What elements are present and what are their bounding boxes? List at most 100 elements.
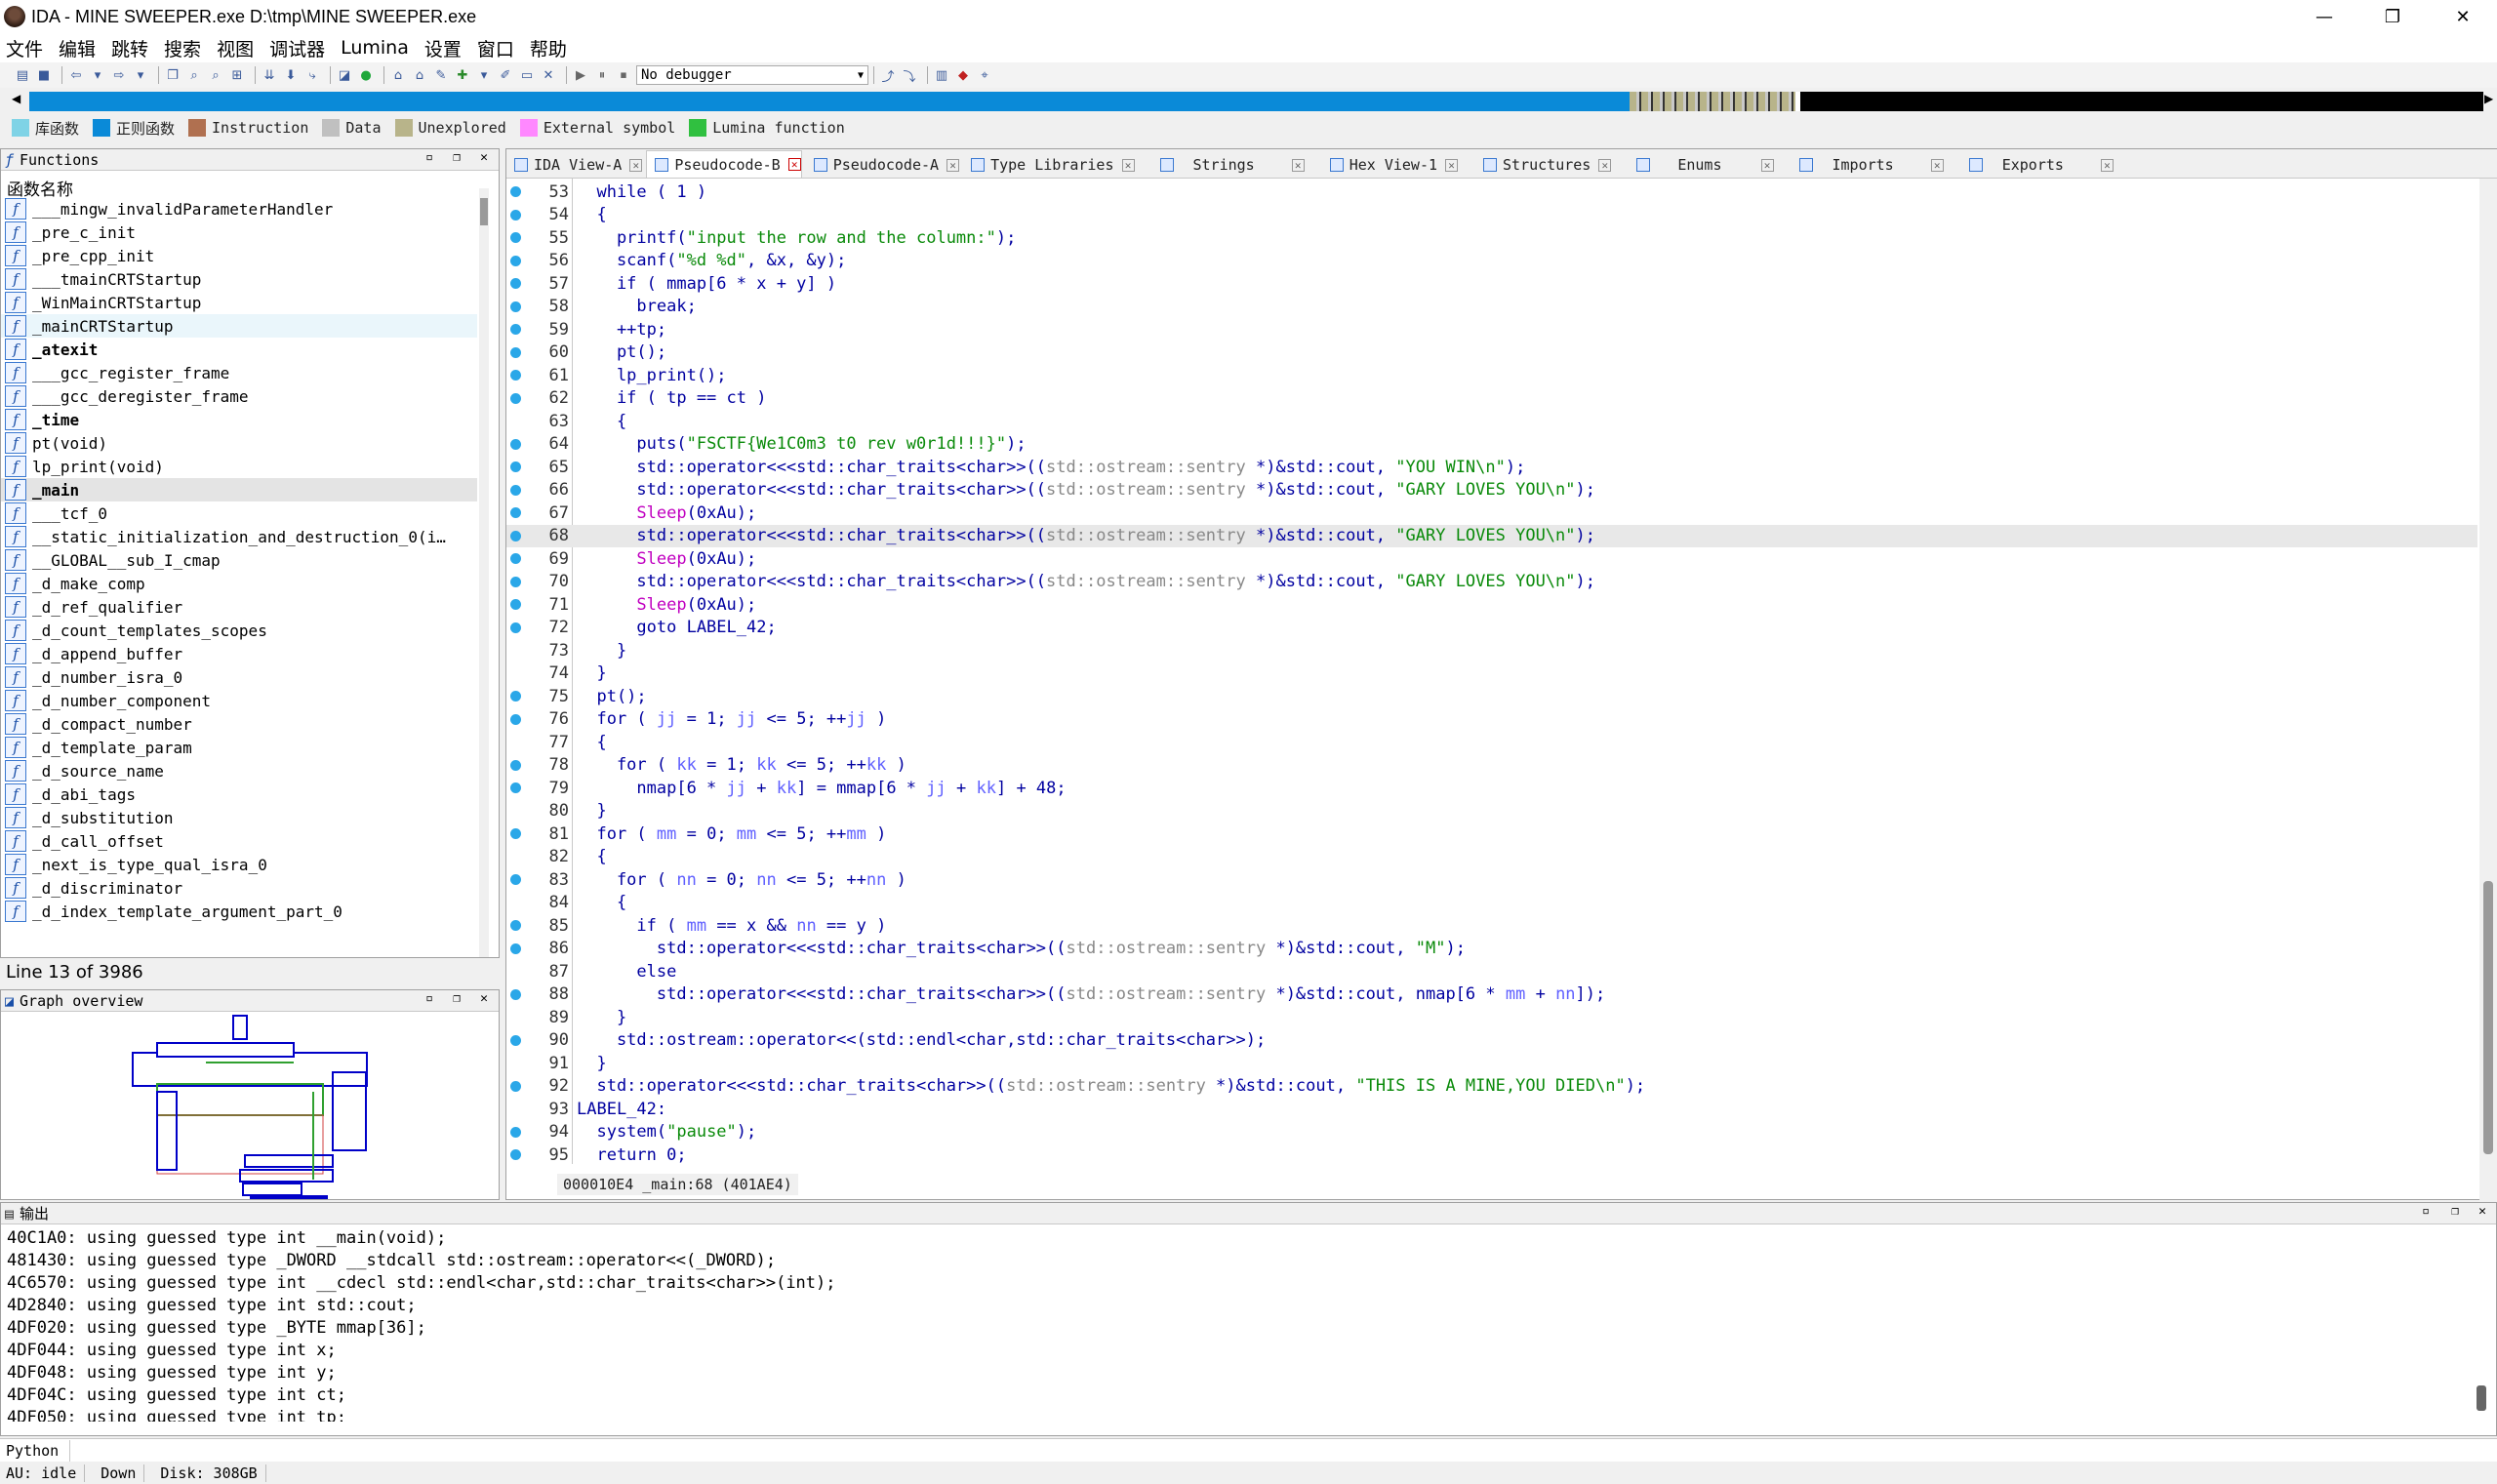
pause-icon[interactable]: ⏸ [593, 66, 611, 84]
tab-enums[interactable]: Enums ✕ [1629, 152, 1774, 178]
menu-lumina[interactable]: Lumina [341, 37, 409, 59]
breakpoint-dot-icon[interactable] [510, 599, 521, 610]
code-line[interactable]: 63 { [506, 410, 2477, 432]
code-line[interactable]: 95 return 0; [506, 1143, 2477, 1164]
segments-icon[interactable]: ⌂ [411, 66, 428, 84]
step-icon[interactable]: ⤴ [879, 66, 897, 85]
breakpoint-dot-icon[interactable] [510, 1080, 521, 1092]
tab-imports[interactable]: Imports ✕ [1792, 152, 1944, 178]
function-list-item[interactable]: f _d_make_comp [1, 572, 477, 595]
close-tab-icon[interactable]: ✕ [1121, 158, 1135, 172]
function-list-item[interactable]: f _time [1, 408, 477, 431]
code-line[interactable]: 64 puts("FSCTF{We1C0m3 t0 rev w0r1d!!!}"… [506, 433, 2477, 456]
code-line[interactable]: 80 } [506, 800, 2477, 822]
python-language-button[interactable]: Python [0, 1439, 70, 1462]
breakpoint-dot-icon[interactable] [510, 530, 521, 541]
menu-edit[interactable]: 编辑 [59, 35, 96, 61]
forward-icon[interactable]: ⇨ [110, 66, 128, 84]
code-line[interactable]: 68 std::operator<<<std::char_traits<char… [506, 524, 2477, 547]
breakpoint-dot-icon[interactable] [510, 759, 521, 771]
code-line[interactable]: 73 } [506, 639, 2477, 662]
breakpoint-dot-icon[interactable] [510, 186, 521, 197]
breakpoint-dot-icon[interactable] [510, 324, 521, 335]
plugin-icon[interactable]: ✚ [454, 66, 471, 84]
function-list-item[interactable]: f _d_substitution [1, 806, 477, 829]
code-line[interactable]: 93 LABEL_42: [506, 1098, 2477, 1120]
function-list-item[interactable]: f ___gcc_deregister_frame [1, 384, 477, 408]
graph-icon[interactable]: ◪ [336, 66, 353, 84]
breakpoint-icon[interactable]: ◆ [954, 66, 972, 84]
function-list-item[interactable]: f _d_number_component [1, 689, 477, 712]
function-list-item[interactable]: f ___tmainCRTStartup [1, 267, 477, 291]
patch-icon[interactable]: ✎ [432, 66, 450, 84]
close-tab-icon[interactable]: ✕ [1760, 158, 1774, 172]
dropdown-icon[interactable]: ▾ [89, 66, 106, 84]
menu-help[interactable]: 帮助 [530, 35, 567, 61]
tab-type-libraries[interactable]: Type Libraries ✕ [963, 152, 1135, 178]
breakpoint-list-icon[interactable]: ▥ [933, 66, 950, 84]
code-line[interactable]: 84 { [506, 892, 2477, 914]
panel-restore-icon[interactable]: ❐ [2444, 1204, 2466, 1219]
function-list-item[interactable]: f _main [1, 478, 477, 501]
menu-file[interactable]: 文件 [6, 35, 43, 61]
tab-pseudocode-a[interactable]: Pseudocode-A ✕ [806, 152, 960, 178]
breakpoint-dot-icon[interactable] [510, 943, 521, 954]
code-line[interactable]: 54 { [506, 204, 2477, 226]
menu-debugger[interactable]: 调试器 [269, 35, 325, 61]
breakpoint-dot-icon[interactable] [510, 874, 521, 885]
panel-float-icon[interactable]: ▫ [419, 150, 440, 165]
breakpoint-dot-icon[interactable] [510, 1149, 521, 1160]
function-list-item[interactable]: f _mainCRTStartup [1, 314, 477, 338]
breakpoint-dot-icon[interactable] [510, 255, 521, 266]
code-line[interactable]: 86 std::operator<<<std::char_traits<char… [506, 938, 2477, 960]
code-line[interactable]: 89 } [506, 1006, 2477, 1028]
code-line[interactable]: 76 for ( jj = 1; jj <= 5; ++jj ) [506, 708, 2477, 731]
panel-restore-icon[interactable]: ❐ [446, 150, 467, 165]
breakpoint-dot-icon[interactable] [510, 346, 521, 358]
function-list-item[interactable]: f _WinMainCRTStartup [1, 291, 477, 314]
back-icon[interactable]: ⇦ [67, 66, 85, 84]
unexplored-icon[interactable]: ⤷ [303, 66, 321, 84]
tab-strings[interactable]: Strings ✕ [1152, 152, 1305, 178]
code-line[interactable]: 79 nmap[6 * jj + kk] = mmap[6 * jj + kk]… [506, 777, 2477, 799]
function-list-item[interactable]: f _atexit [1, 338, 477, 361]
breakpoint-dot-icon[interactable] [510, 622, 521, 633]
nav-left-arrow-icon[interactable]: ◀ [12, 92, 20, 105]
close-tab-icon[interactable]: ✕ [946, 158, 960, 172]
code-line[interactable]: 67 Sleep(0xAu); [506, 501, 2477, 524]
panel-float-icon[interactable]: ▫ [2415, 1204, 2437, 1219]
attach-icon[interactable]: ⤵ [901, 66, 918, 85]
pseudocode-view[interactable]: 53 while ( 1 ) 54 {55 printf("input the r… [506, 179, 2477, 1164]
code-line[interactable]: 91 } [506, 1052, 2477, 1074]
code-line[interactable]: 90 std::ostream::operator<<(std::endl<ch… [506, 1029, 2477, 1052]
breakpoint-dot-icon[interactable] [510, 209, 521, 221]
code-line[interactable]: 71 Sleep(0xAu); [506, 593, 2477, 616]
function-list-item[interactable]: f _d_template_param [1, 736, 477, 759]
breakpoint-dot-icon[interactable] [510, 1126, 521, 1138]
text-search-icon[interactable]: ⌕ [207, 66, 224, 84]
menu-options[interactable]: 设置 [424, 35, 462, 61]
binary-search-icon[interactable]: ⌕ [185, 66, 203, 84]
menu-windows[interactable]: 窗口 [477, 35, 514, 61]
code-line[interactable]: 78 for ( kk = 1; kk <= 5; ++kk ) [506, 754, 2477, 777]
function-icon[interactable]: ⌂ [389, 66, 407, 84]
breakpoint-dot-icon[interactable] [510, 576, 521, 587]
code-line[interactable]: 58 break; [506, 296, 2477, 318]
panel-close-icon[interactable]: ✕ [473, 150, 495, 165]
code-line[interactable]: 61 lp_print(); [506, 364, 2477, 386]
code-line[interactable]: 65 std::operator<<<std::char_traits<char… [506, 456, 2477, 478]
breakpoint-dot-icon[interactable] [510, 988, 521, 1000]
pseudocode-scrollbar[interactable] [2479, 179, 2497, 1201]
panel-close-icon[interactable]: ✕ [2472, 1204, 2493, 1219]
function-list-item[interactable]: f _d_discriminator [1, 876, 477, 900]
edit-icon[interactable]: ✐ [497, 66, 514, 84]
close-tab-icon[interactable]: ✕ [787, 158, 801, 171]
code-line[interactable]: 56 scanf("%d %d", &x, &y); [506, 250, 2477, 272]
functions-scrollbar[interactable] [479, 188, 489, 957]
code-line[interactable]: 87 else [506, 960, 2477, 983]
code-line[interactable]: 69 Sleep(0xAu); [506, 547, 2477, 570]
code-line[interactable]: 85 if ( mm == x && nn == y ) [506, 914, 2477, 937]
breakpoint-dot-icon[interactable] [510, 438, 521, 450]
debugger-select[interactable]: No debugger ▼ [636, 65, 868, 85]
tab-pseudocode-b[interactable]: Pseudocode-B ✕ [646, 150, 802, 178]
